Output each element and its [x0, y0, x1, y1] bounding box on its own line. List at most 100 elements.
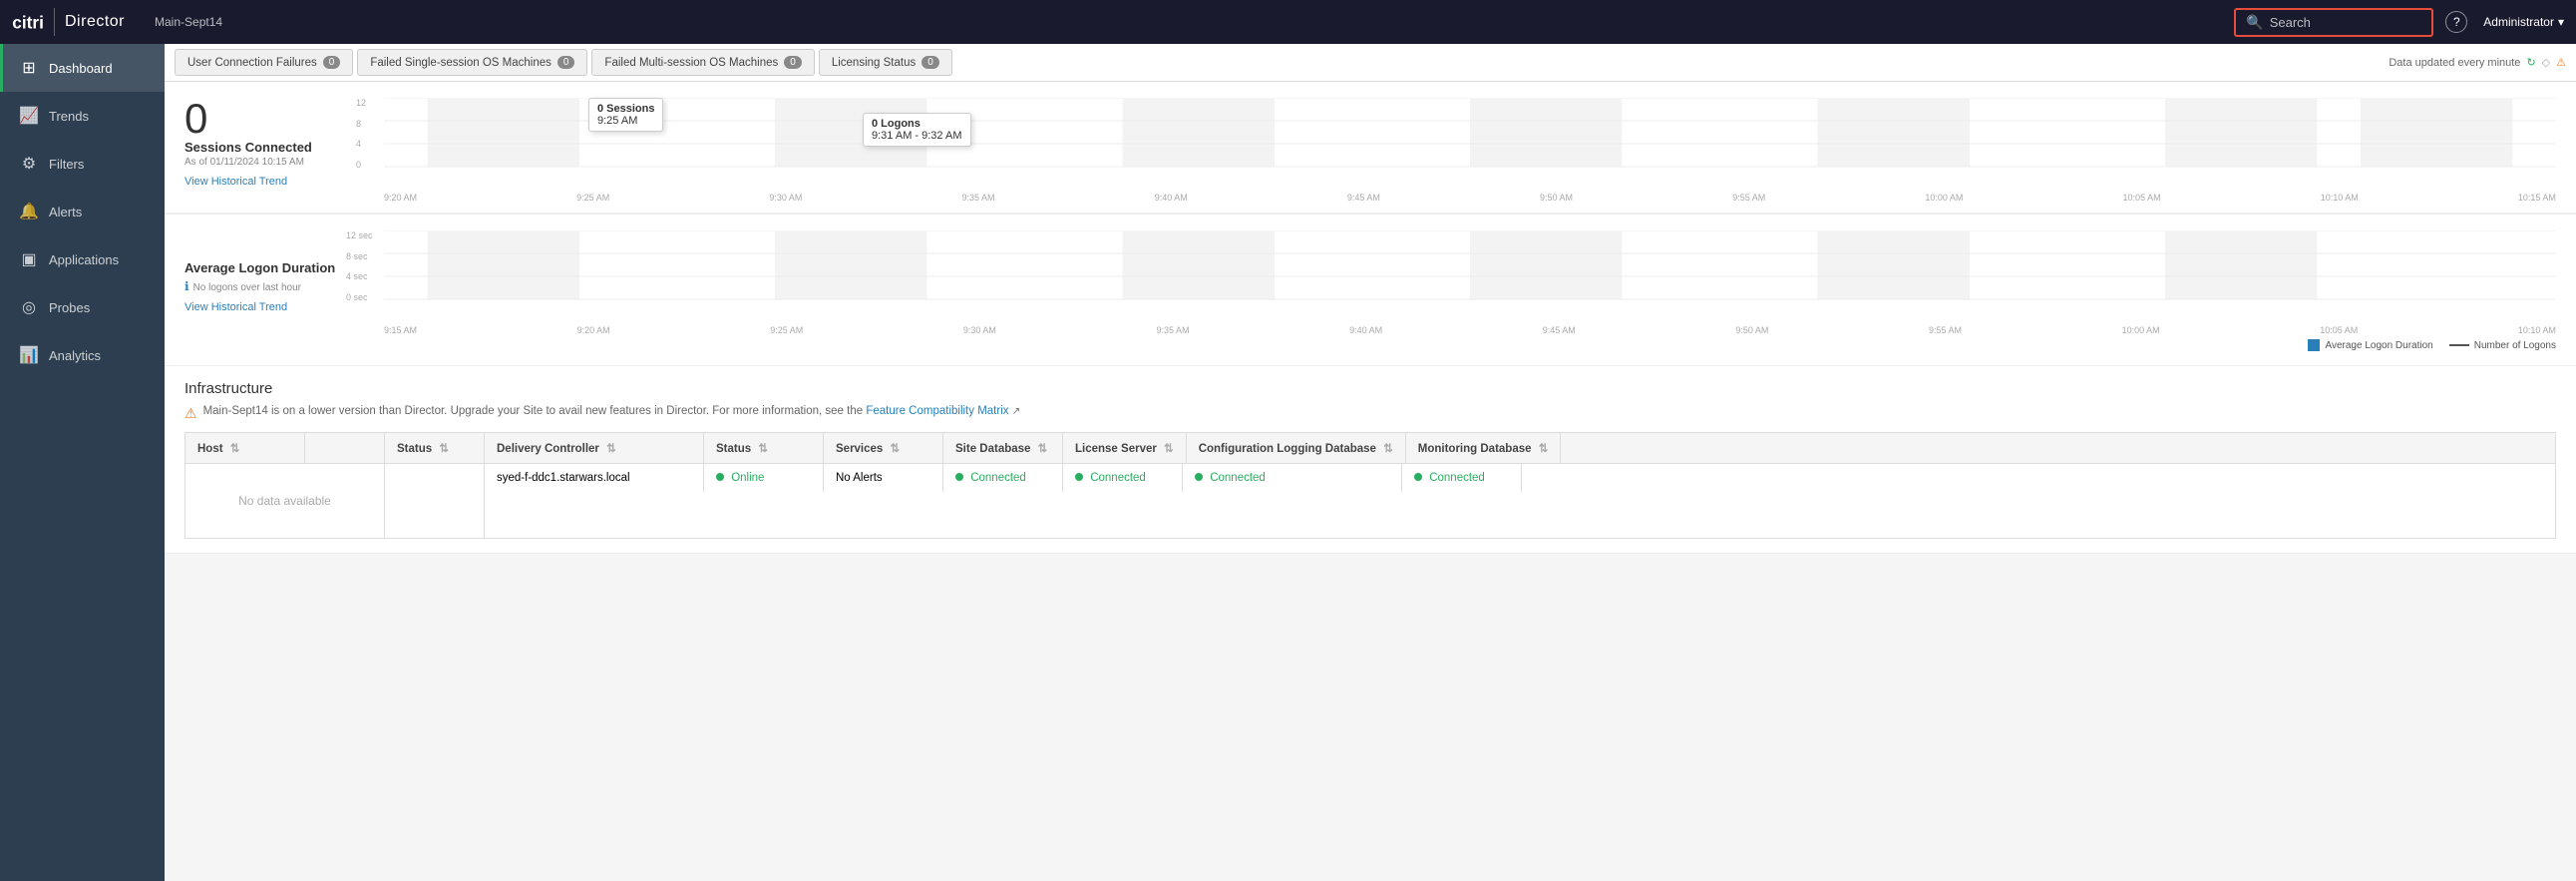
x-label: 10:00 AM [1925, 193, 1963, 203]
chevron-down-icon: ▾ [2558, 15, 2564, 29]
sort-icon[interactable]: ⇅ [606, 443, 616, 455]
x-label: 9:30 AM [769, 193, 802, 203]
sidebar-item-trends[interactable]: 📈 Trends [0, 92, 165, 140]
sidebar-item-probes[interactable]: ◎ Probes [0, 283, 165, 331]
search-box[interactable]: 🔍 [2234, 8, 2433, 37]
data-update-text: Data updated every minute [2389, 57, 2520, 69]
y-label-12: 12 [356, 98, 366, 108]
sort-icon[interactable]: ⇅ [758, 443, 768, 455]
dc-header-row: Delivery Controller ⇅ Status ⇅ Services … [485, 433, 2555, 464]
legend-box-icon [2308, 339, 2320, 351]
sort-icon[interactable]: ⇅ [891, 443, 901, 455]
sidebar-item-dashboard[interactable]: ⊞ Dashboard [0, 44, 165, 92]
probes-icon: ◎ [19, 297, 39, 317]
x-label: 9:30 AM [963, 325, 996, 335]
sort-icon[interactable]: ⇅ [1038, 443, 1048, 455]
x-label: 9:25 AM [576, 193, 609, 203]
tab-failed-multi-session[interactable]: Failed Multi-session OS Machines 0 [591, 49, 814, 76]
search-input[interactable] [2270, 15, 2409, 30]
x-label: 9:40 AM [1155, 193, 1188, 203]
status-dot-icon [1195, 473, 1203, 481]
x-label: 9:40 AM [1349, 325, 1382, 335]
logon-y-axis-left: 12 sec 8 sec 4 sec 0 sec [346, 230, 373, 302]
sessions-chart-area: 0 Sessions 9:25 AM 0 Logons 9:31 AM - 9:… [384, 98, 2556, 203]
logon-chart-section: Average Logon Duration ℹ No logons over … [165, 214, 2576, 366]
x-label: 10:15 AM [2518, 193, 2556, 203]
help-button[interactable]: ? [2445, 11, 2467, 33]
sidebar-item-alerts[interactable]: 🔔 Alerts [0, 188, 165, 235]
legend-line-label: Number of Logons [2474, 340, 2556, 351]
info-icon: ℹ [184, 279, 189, 293]
sidebar-item-label: Probes [49, 300, 90, 315]
user-menu[interactable]: Administrator ▾ [2483, 15, 2564, 29]
x-label: 9:25 AM [770, 325, 803, 335]
warning-icon: ⚠ [184, 405, 197, 422]
feature-compat-link[interactable]: Feature Compatibility Matrix [866, 405, 1008, 417]
sort-icon[interactable]: ⇅ [439, 443, 449, 455]
sidebar-item-applications[interactable]: ▣ Applications [0, 235, 165, 283]
sort-icon[interactable]: ⇅ [1164, 443, 1174, 455]
y-label-4sec: 4 sec [346, 271, 373, 281]
dc-cell-monitoring: Connected [1402, 464, 1522, 492]
sort-icon[interactable]: ⇅ [230, 443, 240, 455]
tab-label: Failed Single-session OS Machines [370, 57, 552, 69]
x-label: 9:45 AM [1543, 325, 1576, 335]
dc-col-services: Services ⇅ [824, 433, 943, 463]
tab-user-connection-failures[interactable]: User Connection Failures 0 [175, 49, 353, 76]
dc-cell-site-db: Connected [943, 464, 1063, 492]
tab-badge: 0 [921, 56, 939, 69]
x-label: 9:45 AM [1347, 193, 1380, 203]
alert-icon[interactable]: ⚠ [2556, 56, 2566, 69]
status-header-row: Status ⇅ [385, 433, 484, 464]
dc-col-status: Status ⇅ [704, 433, 824, 463]
settings-icon[interactable]: ◇ [2542, 56, 2550, 69]
sort-icon[interactable]: ⇅ [1539, 443, 1549, 455]
sessions-y-axis: 12 8 4 0 [356, 98, 366, 170]
x-label: 10:10 AM [2321, 193, 2359, 203]
y-label-4: 4 [356, 139, 366, 149]
y-label-8sec: 8 sec [346, 251, 373, 261]
sessions-view-trend[interactable]: View Historical Trend [184, 176, 384, 188]
citrix-logo: citrix [12, 11, 44, 33]
sidebar-item-analytics[interactable]: 📊 Analytics [0, 331, 165, 379]
logon-view-trend[interactable]: View Historical Trend [184, 301, 384, 313]
tab-badge: 0 [784, 56, 802, 69]
sessions-title-block: 0 Sessions Connected As of 01/11/2024 10… [184, 98, 384, 203]
dashboard-icon: ⊞ [19, 58, 39, 78]
infrastructure-title: Infrastructure [184, 380, 2556, 397]
infrastructure-section: Infrastructure ⚠ Main-Sept14 is on a low… [165, 366, 2576, 554]
sidebar-item-label: Dashboard [49, 61, 113, 76]
nav-user: Main-Sept14 [155, 15, 222, 29]
status-dot-icon [1414, 473, 1422, 481]
infrastructure-table: Host ⇅ No data available Status ⇅ [184, 432, 2556, 539]
chart-legend: Average Logon Duration Number of Logons [184, 335, 2556, 355]
sessions-svg [384, 98, 2556, 188]
dc-cell-services: No Alerts [824, 464, 943, 492]
app-body: ⊞ Dashboard 📈 Trends ⚙ Filters 🔔 Alerts … [0, 44, 2576, 881]
dc-col-site-db: Site Database ⇅ [943, 433, 1063, 463]
logon-chart-container: Average Logon Duration ℹ No logons over … [184, 230, 2556, 335]
x-label: 9:20 AM [384, 193, 417, 203]
trends-icon: 📈 [19, 106, 39, 126]
sidebar: ⊞ Dashboard 📈 Trends ⚙ Filters 🔔 Alerts … [0, 44, 165, 881]
tab-failed-single-session[interactable]: Failed Single-session OS Machines 0 [357, 49, 587, 76]
host-header: Host ⇅ [185, 433, 305, 463]
dc-data-row: syed-f-ddc1.starwars.local Online No Ale… [485, 464, 2555, 492]
legend-bar-label: Average Logon Duration [2325, 340, 2432, 351]
sessions-chart-section: 0 Sessions Connected As of 01/11/2024 10… [165, 82, 2576, 214]
refresh-icon[interactable]: ↻ [2526, 56, 2535, 69]
sidebar-item-label: Applications [49, 252, 119, 267]
sort-icon[interactable]: ⇅ [1383, 443, 1393, 455]
status-dot-icon [1075, 473, 1083, 481]
x-label: 9:50 AM [1540, 193, 1573, 203]
external-link-icon: ↗ [1012, 406, 1020, 417]
analytics-icon: 📊 [19, 345, 39, 365]
y-label-12sec: 12 sec [346, 230, 373, 240]
host-column: Host ⇅ No data available [185, 433, 385, 538]
logon-x-axis: 9:15 AM 9:20 AM 9:25 AM 9:30 AM 9:35 AM … [384, 323, 2556, 335]
x-label: 10:05 AM [2123, 193, 2161, 203]
sidebar-item-filters[interactable]: ⚙ Filters [0, 140, 165, 188]
x-label: 10:05 AM [2320, 325, 2358, 335]
x-label: 10:00 AM [2122, 325, 2160, 335]
tab-licensing-status[interactable]: Licensing Status 0 [819, 49, 952, 76]
